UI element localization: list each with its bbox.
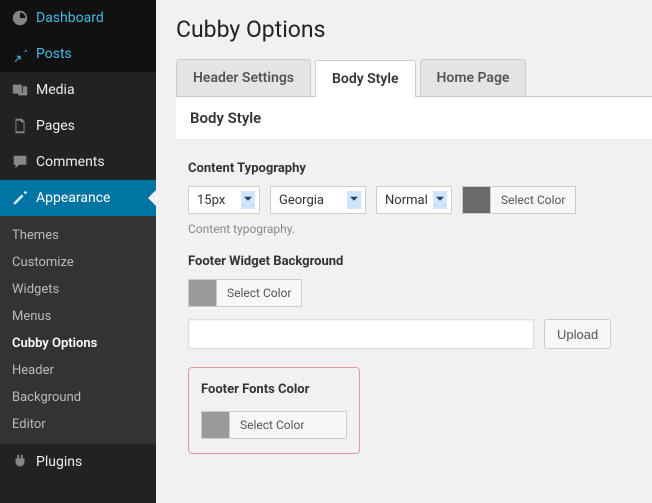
menu-plugins[interactable]: Plugins <box>0 444 156 480</box>
submenu-menus[interactable]: Menus <box>0 303 156 330</box>
font-family-value: Georgia <box>279 193 324 208</box>
pin-icon <box>10 44 30 64</box>
font-family-select[interactable]: Georgia <box>270 186 366 214</box>
submenu-themes[interactable]: Themes <box>0 222 156 249</box>
content-area: Cubby Options Header Settings Body Style… <box>156 0 652 503</box>
submenu-widgets[interactable]: Widgets <box>0 276 156 303</box>
submenu-customize[interactable]: Customize <box>0 249 156 276</box>
upload-button[interactable]: Upload <box>544 319 611 349</box>
plugins-icon <box>10 452 30 472</box>
select-color-label: Select Color <box>230 418 314 432</box>
appearance-icon <box>10 188 30 208</box>
footer-fonts-color-picker[interactable]: Select Color <box>201 411 347 439</box>
menu-comments[interactable]: Comments <box>0 144 156 180</box>
content-typography-help: Content typography. <box>188 222 640 236</box>
tab-home-page[interactable]: Home Page <box>420 59 527 96</box>
media-icon <box>10 80 30 100</box>
menu-label: Dashboard <box>36 10 104 26</box>
tab-header-settings[interactable]: Header Settings <box>176 59 311 96</box>
menu-label: Pages <box>36 118 75 134</box>
footer-bg-label: Footer Widget Background <box>188 254 640 269</box>
footer-fonts-label: Footer Fonts Color <box>201 382 347 397</box>
menu-label: Media <box>36 82 75 98</box>
color-swatch <box>202 412 230 438</box>
footer-fonts-box: Footer Fonts Color Select Color <box>188 367 360 454</box>
menu-label: Comments <box>36 154 105 170</box>
footer-bg-color-picker[interactable]: Select Color <box>188 279 302 307</box>
chevron-down-icon <box>436 197 444 205</box>
content-color-picker[interactable]: Select Color <box>462 186 576 214</box>
select-color-label: Select Color <box>217 286 301 300</box>
menu-posts[interactable]: Posts <box>0 36 156 72</box>
menu-dashboard[interactable]: Dashboard <box>0 0 156 36</box>
dashboard-icon <box>10 8 30 28</box>
font-weight-value: Normal <box>385 193 428 208</box>
panel: Body Style <box>176 97 652 141</box>
font-weight-select[interactable]: Normal <box>376 186 452 214</box>
menu-appearance[interactable]: Appearance <box>0 180 156 216</box>
menu-media[interactable]: Media <box>0 72 156 108</box>
upload-path-input[interactable] <box>188 319 534 349</box>
chevron-down-icon <box>350 197 358 205</box>
content-typography-row: 15px Georgia Normal Select Color <box>188 186 640 214</box>
menu-label: Posts <box>36 46 72 62</box>
submenu-cubby-options[interactable]: Cubby Options <box>0 330 156 357</box>
footer-bg-upload-row: Upload <box>188 319 640 349</box>
menu-pages[interactable]: Pages <box>0 108 156 144</box>
font-size-value: 15px <box>197 193 225 208</box>
appearance-submenu: Themes Customize Widgets Menus Cubby Opt… <box>0 216 156 444</box>
menu-label: Appearance <box>36 190 110 206</box>
tabs: Header Settings Body Style Home Page <box>176 59 652 97</box>
panel-body: Content Typography 15px Georgia Normal S… <box>176 141 652 470</box>
panel-title: Body Style <box>176 97 652 140</box>
menu-label: Plugins <box>36 454 82 470</box>
admin-sidebar: Dashboard Posts Media Pages Comments App… <box>0 0 156 503</box>
font-size-select[interactable]: 15px <box>188 186 260 214</box>
chevron-down-icon <box>244 197 252 205</box>
page-title: Cubby Options <box>176 16 652 43</box>
color-swatch <box>463 187 491 213</box>
comments-icon <box>10 152 30 172</box>
submenu-background[interactable]: Background <box>0 384 156 411</box>
color-swatch <box>189 280 217 306</box>
content-typography-label: Content Typography <box>188 161 640 176</box>
tab-body-style[interactable]: Body Style <box>315 60 416 97</box>
select-color-label: Select Color <box>491 193 575 207</box>
footer-bg-color-row: Select Color <box>188 279 640 307</box>
submenu-header[interactable]: Header <box>0 357 156 384</box>
pages-icon <box>10 116 30 136</box>
submenu-editor[interactable]: Editor <box>0 411 156 438</box>
